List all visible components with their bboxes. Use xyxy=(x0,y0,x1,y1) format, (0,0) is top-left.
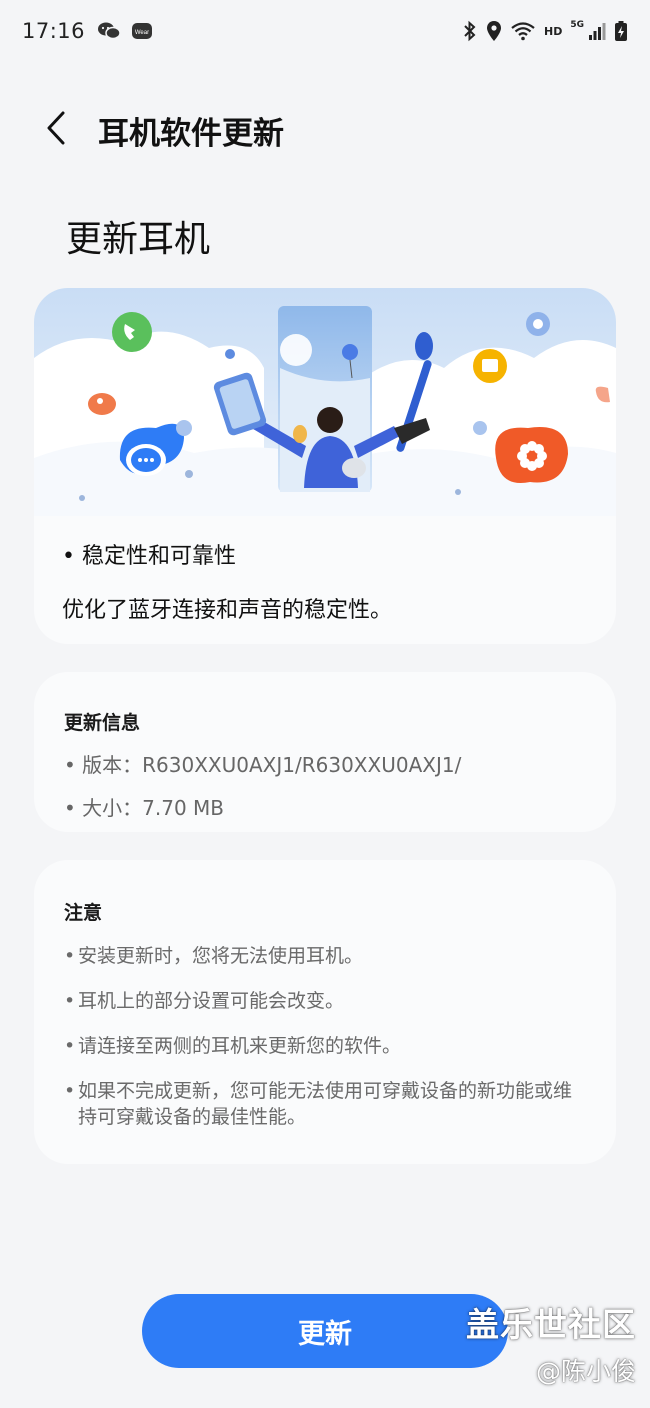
app-bar: 耳机软件更新 xyxy=(0,92,650,168)
notice-title: 注意 xyxy=(64,902,103,924)
app-bar-title: 耳机软件更新 xyxy=(98,115,284,152)
status-bar: 17:16 Wear HD 5G xyxy=(0,0,650,62)
watermark: 盖乐世社区 @陈小俊 xyxy=(466,1298,636,1388)
notice-card: 注意 • 安装更新时，您将无法使用耳机。 • 耳机上的部分设置可能会改变。 • 请连接… xyxy=(34,860,616,1164)
notice-item: • 请连接至两侧的耳机来更新您的软件。 xyxy=(64,1035,402,1057)
svg-text:Wear: Wear xyxy=(135,30,149,36)
location-icon xyxy=(486,20,502,42)
release-notes-heading: • 稳定性和可靠性 xyxy=(62,544,236,569)
watermark-community: 盖乐世社区 xyxy=(466,1305,636,1344)
update-info-card: 更新信息 • 版本：R630XXU0AXJ1/R630XXU0AXJ1/ • 大… xyxy=(34,672,616,832)
hd-label: HD xyxy=(544,24,563,38)
status-right-icons: HD 5G xyxy=(462,20,628,42)
release-notes-description: 优化了蓝牙连接和声音的稳定性。 xyxy=(62,598,393,623)
version-text: • 版本：R630XXU0AXJ1/R630XXU0AXJ1/ xyxy=(64,753,462,777)
wear-icon: Wear xyxy=(131,21,153,41)
bluetooth-icon xyxy=(462,20,478,42)
watermark-author: @陈小俊 xyxy=(535,1357,636,1386)
notice-list: • 安装更新时，您将无法使用耳机。 • 耳机上的部分设置可能会改变。 • 请连接至两侧… xyxy=(64,943,588,1130)
battery-icon xyxy=(614,20,628,42)
size-text: • 大小：7.70 MB xyxy=(64,796,225,820)
status-time: 17:16 xyxy=(22,19,86,43)
notice-item: • 如果不完成更新，您可能无法使用可穿戴设备的新功能或维持可穿戴设备的最佳性能。 xyxy=(64,1080,573,1128)
page-title: 更新耳机 xyxy=(66,219,211,260)
wechat-icon xyxy=(97,21,121,41)
release-notes-card: • 稳定性和可靠性 优化了蓝牙连接和声音的稳定性。 xyxy=(34,288,616,644)
chevron-left-icon xyxy=(45,110,67,150)
signal-icon xyxy=(588,21,606,41)
network-type-label: 5G xyxy=(570,20,584,30)
wifi-icon xyxy=(510,20,536,42)
update-info-title: 更新信息 xyxy=(64,712,141,734)
hero-illustration xyxy=(34,288,616,516)
update-button[interactable]: 更新 xyxy=(142,1294,508,1368)
notice-item: • 耳机上的部分设置可能会改变。 xyxy=(64,990,345,1012)
notice-item: • 安装更新时，您将无法使用耳机。 xyxy=(64,945,364,967)
back-button[interactable] xyxy=(28,102,84,158)
status-left-icons: Wear xyxy=(97,21,153,41)
